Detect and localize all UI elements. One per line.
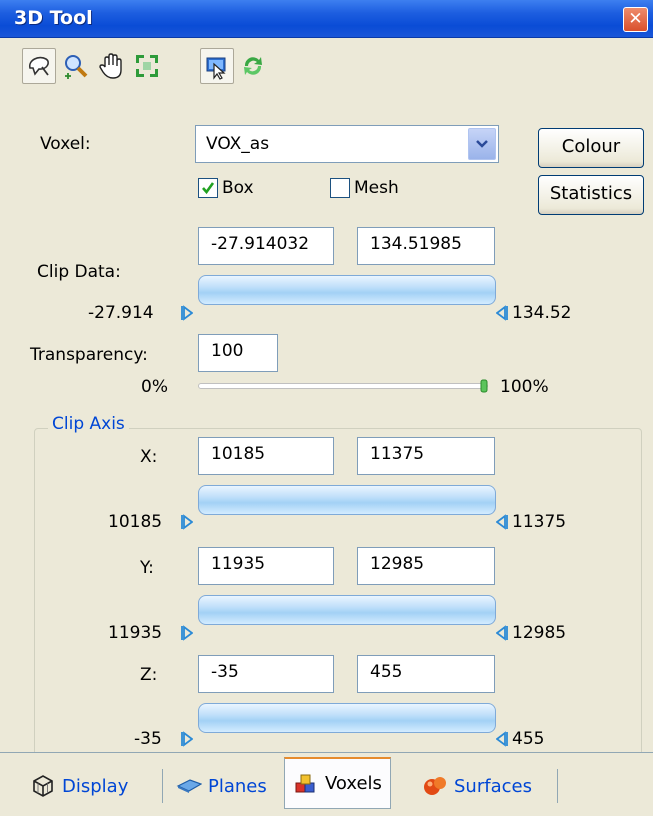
fit-view-icon[interactable]	[130, 48, 164, 84]
axis-z-max-field[interactable]: 455	[357, 655, 495, 693]
clip-data-min-field[interactable]: -27.914032	[198, 227, 334, 265]
range-end-handle-icon[interactable]	[496, 514, 508, 530]
box-checkbox[interactable]: Box	[198, 178, 254, 198]
tab-surfaces-label: Surfaces	[454, 775, 532, 797]
pan-hand-icon[interactable]	[94, 48, 128, 84]
axis-y-min-label: 11935	[108, 623, 163, 643]
mesh-checkbox[interactable]: Mesh	[330, 178, 399, 198]
surface-sphere-icon	[424, 777, 446, 795]
tab-surfaces[interactable]: Surfaces	[414, 763, 540, 809]
transparency-field[interactable]: 100	[198, 334, 278, 372]
axis-y-label: Y:	[140, 558, 154, 578]
axis-x-range-slider[interactable]	[198, 485, 496, 515]
clip-data-label: Clip Data:	[37, 262, 121, 282]
axis-x-min-field[interactable]: 10185	[198, 437, 334, 475]
title-bar: 3D Tool ✕	[0, 0, 653, 38]
range-end-handle-icon[interactable]	[496, 731, 508, 747]
plane-icon	[176, 779, 202, 793]
transparency-min-label: 0%	[141, 377, 168, 397]
statistics-button[interactable]: Statistics	[538, 175, 644, 215]
axis-x-max-label: 11375	[512, 512, 567, 532]
checkbox-empty-icon	[330, 178, 350, 198]
tab-planes[interactable]: Planes	[168, 763, 275, 809]
3d-tool-window: 3D Tool ✕ Voxel: VOX_as Colour Statistic…	[0, 0, 653, 816]
transparency-label: Transparency:	[30, 345, 148, 365]
tab-planes-label: Planes	[208, 775, 267, 797]
transparency-slider-thumb-icon[interactable]	[480, 378, 488, 394]
tab-display[interactable]: Display	[22, 763, 136, 809]
axis-y-max-label: 12985	[512, 623, 567, 643]
tab-voxels[interactable]: Voxels	[284, 757, 391, 809]
range-end-handle-icon[interactable]	[496, 625, 508, 641]
clip-data-max-field[interactable]: 134.51985	[357, 227, 495, 265]
axis-z-min-label: -35	[134, 729, 162, 749]
range-end-handle-icon[interactable]	[496, 305, 508, 321]
clip-data-min-label: -27.914	[88, 303, 154, 323]
zoom-icon[interactable]	[58, 48, 92, 84]
tab-separator	[162, 769, 163, 803]
range-start-handle-icon[interactable]	[181, 731, 193, 747]
axis-z-range-slider[interactable]	[198, 703, 496, 733]
close-icon: ✕	[628, 9, 643, 29]
clip-data-max-label: 134.52	[512, 303, 572, 323]
axis-z-max-label: 455	[512, 729, 545, 749]
axis-y-max-field[interactable]: 12985	[357, 547, 495, 585]
voxels-icon	[295, 774, 315, 792]
box-checkbox-label: Box	[222, 178, 254, 198]
range-start-handle-icon[interactable]	[181, 625, 193, 641]
axis-y-min-field[interactable]: 11935	[198, 547, 334, 585]
tab-bar: Display Planes Voxels Surfaces	[0, 752, 653, 816]
transparency-slider[interactable]	[198, 383, 488, 389]
window-title: 3D Tool	[14, 7, 93, 29]
clip-axis-title: Clip Axis	[48, 414, 129, 434]
lasso-rotate-icon[interactable]	[22, 48, 56, 84]
chevron-down-icon[interactable]	[468, 128, 496, 160]
range-start-handle-icon[interactable]	[181, 305, 193, 321]
tab-separator	[557, 769, 558, 803]
transparency-max-label: 100%	[500, 377, 549, 397]
cube-outline-icon	[33, 775, 53, 797]
axis-y-range-slider[interactable]	[198, 595, 496, 625]
refresh-icon[interactable]	[236, 48, 270, 84]
axis-x-label: X:	[140, 447, 158, 467]
voxel-label: Voxel:	[40, 134, 91, 154]
tab-display-label: Display	[62, 775, 129, 797]
toolbar	[22, 48, 282, 88]
axis-z-min-field[interactable]: -35	[198, 655, 334, 693]
axis-x-min-label: 10185	[108, 512, 163, 532]
checkmark-icon	[198, 178, 218, 198]
range-start-handle-icon[interactable]	[181, 514, 193, 530]
mesh-checkbox-label: Mesh	[354, 178, 399, 198]
close-button[interactable]: ✕	[623, 7, 648, 32]
tab-voxels-label: Voxels	[325, 773, 382, 794]
colour-button[interactable]: Colour	[538, 128, 644, 168]
clip-data-range-slider[interactable]	[198, 275, 496, 305]
pick-icon[interactable]	[200, 48, 234, 84]
axis-x-max-field[interactable]: 11375	[357, 437, 495, 475]
voxel-select[interactable]: VOX_as	[195, 125, 499, 163]
voxel-selected-value: VOX_as	[206, 134, 270, 154]
axis-z-label: Z:	[140, 665, 158, 685]
